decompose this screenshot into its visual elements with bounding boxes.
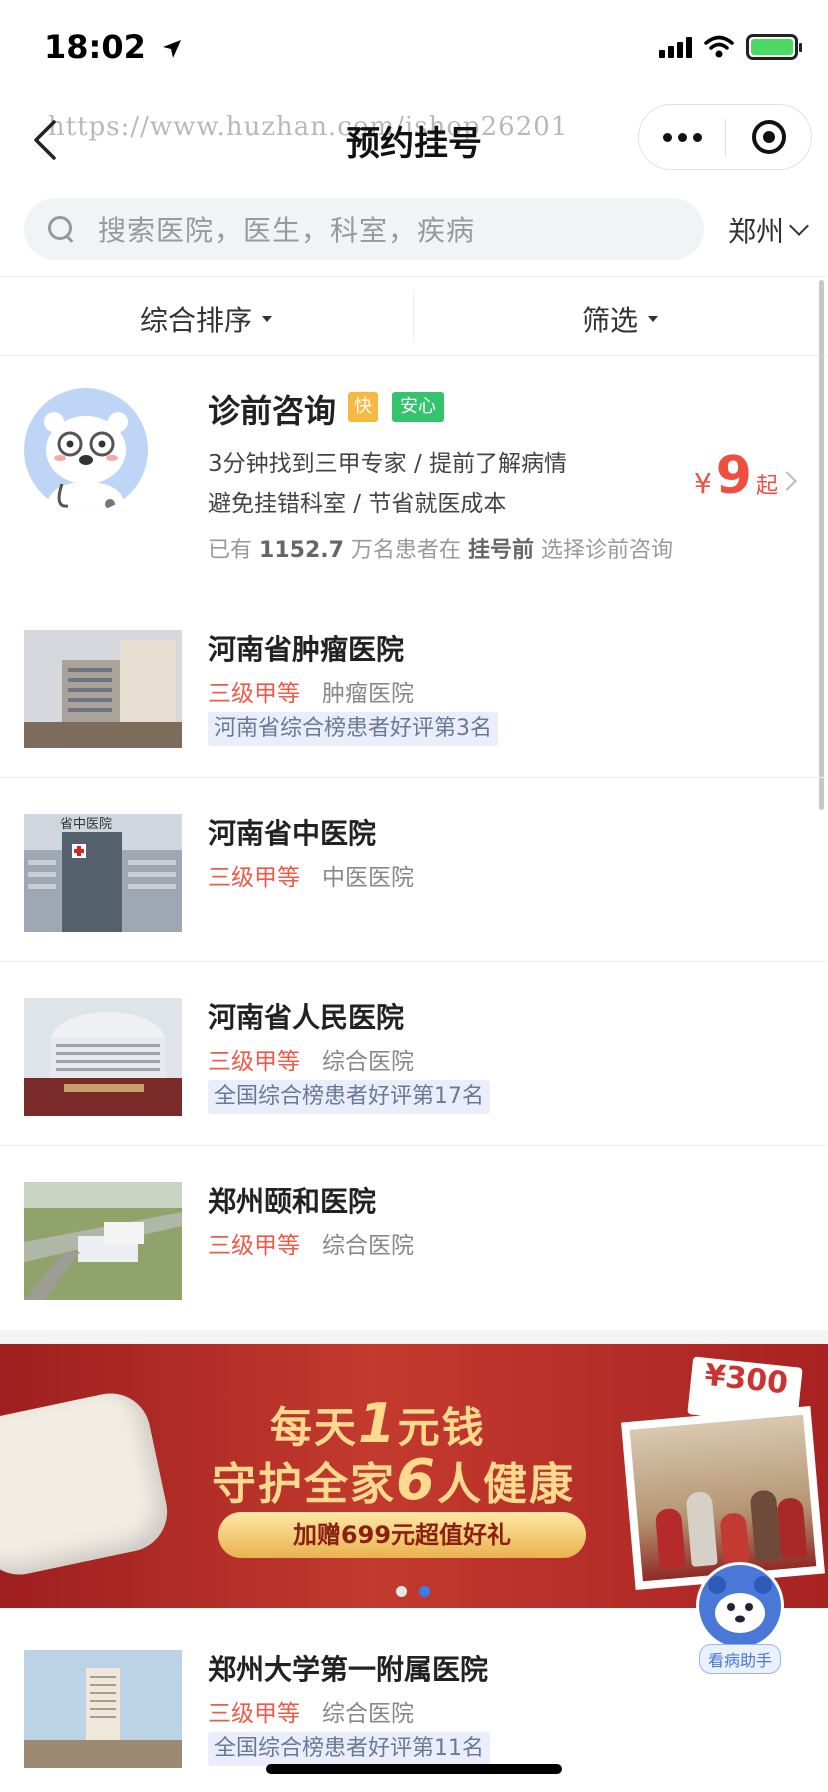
bear-doctor-avatar [24, 388, 148, 512]
carousel-indicator [396, 1586, 430, 1597]
sort-dropdown[interactable]: 综合排序 [140, 299, 273, 339]
reassuring-tag: 安心 [392, 392, 444, 422]
bear-mascot-icon [696, 1562, 784, 1650]
assistant-label: 看病助手 [698, 1644, 781, 1674]
hospital-name: 河南省人民医院 [208, 1001, 405, 1034]
pillow-image [0, 1385, 175, 1583]
hospital-list-item[interactable]: 省中医院 河南省中医院 三级甲等 中医医院 [0, 778, 828, 962]
navigation-bar: https://www.huzhan.com/ishop26201 预约挂号 [0, 100, 828, 180]
hospital-rank-badge: 河南省综合榜患者好评第3名 [208, 712, 498, 746]
filter-divider [413, 291, 414, 341]
consult-price: ¥ 9 起 [693, 446, 778, 506]
search-row: 搜索医院，医生，科室，疾病 郑州 [0, 198, 828, 262]
search-input[interactable]: 搜索医院，医生，科室，疾病 [24, 198, 704, 260]
hospital-level: 三级甲等 [208, 681, 300, 707]
hospital-name: 河南省肿瘤医院 [208, 633, 405, 666]
city-label: 郑州 [728, 215, 785, 248]
wifi-icon [704, 35, 734, 58]
hospital-type: 综合医院 [322, 1233, 414, 1259]
caret-down-icon [648, 316, 659, 322]
status-indicators [659, 34, 802, 60]
location-arrow-icon [163, 40, 181, 58]
hospital-sign: 省中医院 [60, 817, 112, 832]
assistant-button[interactable]: 看病助手 [694, 1562, 786, 1674]
caret-down-icon [262, 316, 273, 322]
hospital-list-item[interactable]: 河南省肿瘤医院 三级甲等 肿瘤医院 河南省综合榜患者好评第3名 [0, 594, 828, 778]
hospital-level: 三级甲等 [208, 865, 300, 891]
hospital-photo [24, 998, 182, 1116]
status-bar: 18:02 [0, 0, 828, 100]
pre-consultation-card[interactable]: 诊前咨询 快 安心 3分钟找到三甲专家 / 提前了解病情 避免挂错科室 / 节省… [0, 356, 828, 576]
hospital-name: 郑州颐和医院 [208, 1185, 377, 1218]
consult-title: 诊前咨询 [208, 392, 337, 430]
carousel-dot[interactable] [419, 1586, 430, 1597]
hospital-type: 综合医院 [322, 1701, 414, 1727]
hospital-type: 综合医院 [322, 1049, 414, 1075]
hospital-name: 河南省中医院 [208, 817, 377, 850]
carousel-dot[interactable] [396, 1586, 407, 1597]
search-placeholder: 搜索医院，医生，科室，疾病 [98, 214, 476, 247]
search-icon [46, 214, 76, 244]
chevron-down-icon [789, 216, 809, 236]
hospital-type: 肿瘤医院 [322, 681, 414, 707]
banner-headline-1: 每天1元钱 [270, 1392, 486, 1455]
consult-stat: 已有 1152.7 万名患者在 挂号前 选择诊前咨询 [208, 538, 673, 563]
more-options-icon[interactable] [639, 105, 725, 169]
status-time: 18:02 [44, 28, 183, 66]
hospital-level: 三级甲等 [208, 1233, 300, 1259]
close-mini-program-button[interactable] [726, 105, 811, 169]
patient-count: 1152.7 [259, 538, 344, 563]
battery-icon [746, 34, 802, 60]
banner-headline-2: 守护全家6人健康 [212, 1448, 575, 1513]
hospital-photo [24, 1650, 182, 1768]
hospital-photo [24, 630, 182, 748]
hospital-level: 三级甲等 [208, 1701, 300, 1727]
section-divider [0, 1330, 828, 1344]
filter-bar: 综合排序 筛选 [0, 276, 828, 356]
home-indicator [266, 1764, 562, 1774]
hospital-level: 三级甲等 [208, 1049, 300, 1075]
filter-dropdown[interactable]: 筛选 [582, 299, 659, 339]
hospital-type: 中医医院 [322, 865, 414, 891]
hospital-list-item[interactable]: 河南省人民医院 三级甲等 综合医院 全国综合榜患者好评第17名 [0, 962, 828, 1146]
hospital-name: 郑州大学第一附属医院 [208, 1653, 489, 1686]
sort-label: 综合排序 [140, 304, 253, 337]
mini-program-capsule [638, 104, 812, 170]
hospital-photo [24, 1182, 182, 1300]
consult-benefit-1: 3分钟找到三甲专家 / 提前了解病情 [208, 451, 568, 477]
banner-gift-button[interactable]: 加赠699元超值好礼 [218, 1512, 586, 1558]
consult-benefit-2: 避免挂错科室 / 节省就医成本 [208, 491, 507, 517]
city-selector[interactable]: 郑州 [728, 210, 809, 250]
hospital-photo: 省中医院 [24, 814, 182, 932]
hospital-rank-badge: 全国综合榜患者好评第11名 [208, 1732, 490, 1766]
filter-label: 筛选 [582, 304, 639, 337]
hospital-list-item[interactable]: 郑州颐和医院 三级甲等 综合医院 [0, 1146, 828, 1330]
hospital-rank-badge: 全国综合榜患者好评第17名 [208, 1080, 490, 1114]
chevron-right-icon [777, 471, 797, 491]
target-icon [751, 120, 786, 154]
cellular-signal-icon [659, 36, 692, 58]
fast-tag: 快 [348, 392, 378, 422]
